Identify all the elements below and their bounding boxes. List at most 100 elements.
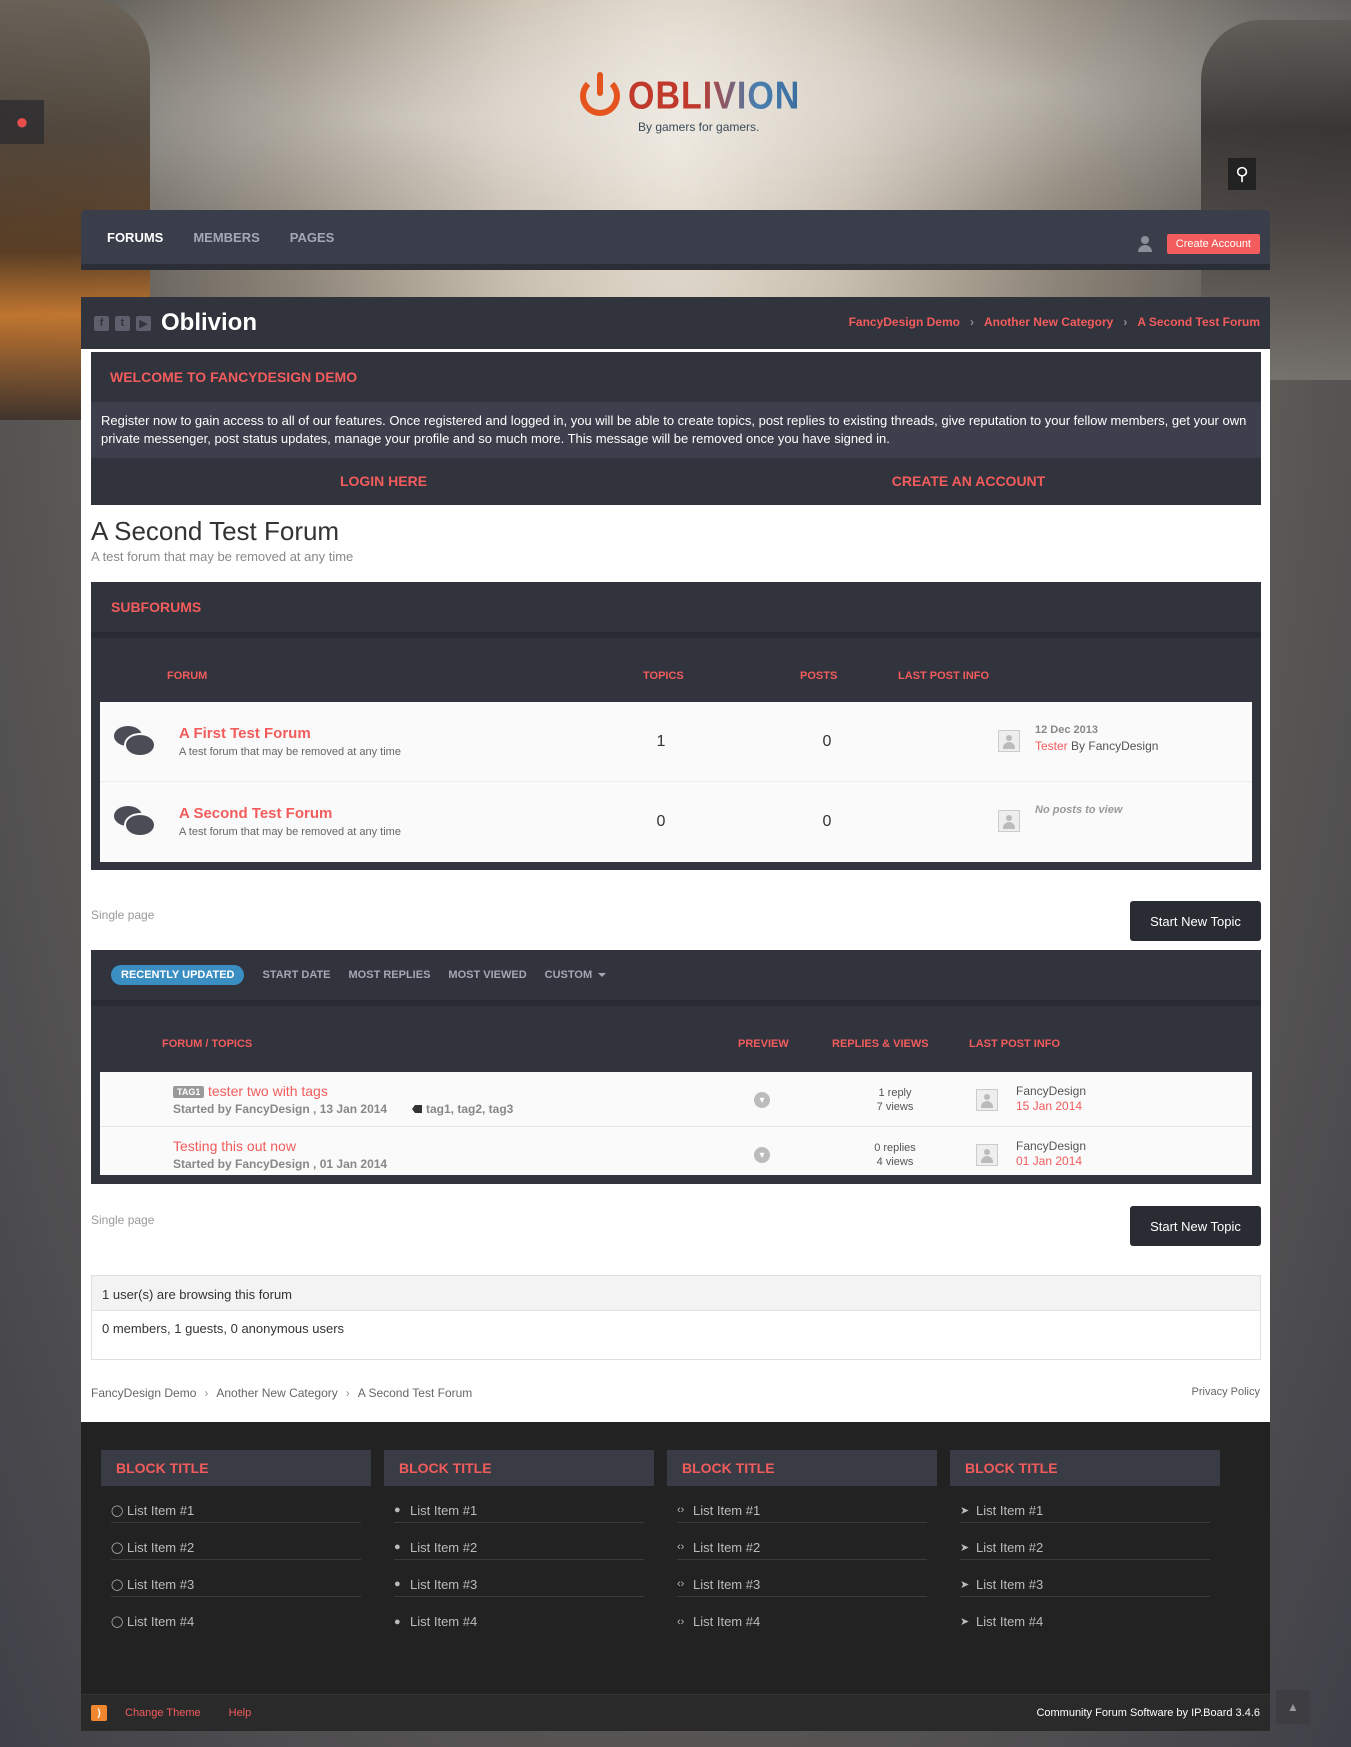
filter-most-replies[interactable]: MOST REPLIES xyxy=(349,969,431,981)
change-theme-link[interactable]: Change Theme xyxy=(125,1707,201,1719)
site-logo[interactable]: OBLIVION xyxy=(580,72,801,118)
breadcrumb-item[interactable]: FancyDesign Demo xyxy=(849,315,960,329)
reply-count: 1 reply xyxy=(878,1087,912,1099)
login-link[interactable]: LOGIN HERE xyxy=(91,473,676,489)
table-row: A First Test Forum A test forum that may… xyxy=(100,702,1252,782)
last-post-topic-link[interactable]: Tester xyxy=(1035,739,1068,753)
last-post-user-link[interactable]: FancyDesign xyxy=(1016,1139,1086,1153)
logo-text: OBLIVION xyxy=(628,73,801,118)
block-list: ● List Item #1 ● List Item #2 ● List Item #… xyxy=(384,1486,654,1634)
last-post-date[interactable]: 01 Jan 2014 xyxy=(1016,1154,1082,1168)
filter-most-viewed[interactable]: MOST VIEWED xyxy=(448,969,526,981)
list-item[interactable]: ◯ List Item #3 xyxy=(111,1560,361,1597)
list-item[interactable]: ◯ List Item #1 xyxy=(111,1486,361,1523)
avatar[interactable] xyxy=(976,1089,998,1111)
list-item-label: List Item #2 xyxy=(410,1539,478,1555)
forum-link[interactable]: A First Test Forum xyxy=(179,725,311,742)
list-item[interactable]: ‹› List Item #4 xyxy=(677,1597,927,1634)
breadcrumb-item[interactable]: A Second Test Forum xyxy=(358,1386,473,1400)
twitter-icon[interactable]: t xyxy=(115,315,130,331)
create-account-link[interactable]: CREATE AN ACCOUNT xyxy=(676,473,1261,489)
avatar[interactable] xyxy=(976,1144,998,1166)
column-last-post: LAST POST INFO xyxy=(898,670,990,682)
help-link[interactable]: Help xyxy=(229,1707,252,1719)
pagination-label: Single page xyxy=(91,908,155,922)
filter-custom-label: CUSTOM xyxy=(544,969,593,981)
breadcrumb-item[interactable]: A Second Test Forum xyxy=(1137,315,1260,329)
tag-badge[interactable]: TAG1 xyxy=(173,1086,205,1098)
active-users-box: 1 user(s) are browsing this forum 0 memb… xyxy=(91,1275,1261,1360)
list-item[interactable]: ◯ List Item #2 xyxy=(111,1523,361,1560)
code-icon: ‹› xyxy=(677,1615,685,1628)
filter-start-date[interactable]: START DATE xyxy=(262,969,330,981)
code-icon: ‹› xyxy=(677,1541,685,1553)
list-item-label: List Item #4 xyxy=(127,1614,195,1629)
preview-icon[interactable]: ▾ xyxy=(754,1092,770,1108)
back-to-top-icon[interactable]: ▲ xyxy=(1276,1690,1310,1724)
list-item[interactable]: ➤ List Item #4 xyxy=(960,1597,1210,1634)
forum-read-icon xyxy=(114,726,154,760)
block-title: BLOCK TITLE xyxy=(101,1450,371,1486)
footer-bar: ) Change Theme Help Community Forum Soft… xyxy=(81,1694,1270,1731)
start-new-topic-button[interactable]: Start New Topic xyxy=(1130,1206,1261,1246)
column-preview: PREVIEW xyxy=(738,1038,789,1050)
topic-tags-list[interactable]: tag1, tag2, tag3 xyxy=(426,1102,513,1116)
list-item[interactable]: ‹› List Item #1 xyxy=(677,1486,927,1523)
list-item-label: List Item #3 xyxy=(410,1576,478,1592)
topic-started-by: Started by FancyDesign , 13 Jan 2014 xyxy=(173,1102,388,1116)
reply-count: 0 replies xyxy=(874,1142,916,1154)
list-item[interactable]: ➤ List Item #3 xyxy=(960,1560,1210,1597)
topic-link[interactable]: tester two with tags xyxy=(208,1083,328,1099)
topic-link[interactable]: Testing this out now xyxy=(173,1138,296,1154)
rss-icon[interactable]: ) xyxy=(91,1705,107,1721)
list-item[interactable]: ‹› List Item #3 xyxy=(677,1560,927,1597)
chevron-right-icon: › xyxy=(969,315,974,329)
table-row: TAG1 tester two with tags Started by Fan… xyxy=(100,1072,1252,1127)
create-account-button[interactable]: Create Account xyxy=(1166,234,1260,254)
nav-pages[interactable]: PAGES xyxy=(290,230,335,245)
list-item[interactable]: ● List Item #3 xyxy=(394,1560,644,1597)
start-new-topic-button[interactable]: Start New Topic xyxy=(1130,901,1261,941)
list-item-label: List Item #3 xyxy=(976,1576,1044,1592)
breadcrumb-item[interactable]: FancyDesign Demo xyxy=(91,1386,196,1400)
forum-link[interactable]: A Second Test Forum xyxy=(179,805,332,822)
list-item[interactable]: ‹› List Item #2 xyxy=(677,1523,927,1560)
avatar[interactable] xyxy=(998,730,1020,752)
forum-read-icon xyxy=(114,806,154,840)
user-icon[interactable] xyxy=(1137,236,1153,252)
preview-icon[interactable]: ▾ xyxy=(754,1147,770,1163)
post-count: 0 xyxy=(822,813,832,830)
column-topics: TOPICS xyxy=(643,670,684,682)
youtube-icon[interactable]: ▶ xyxy=(136,315,151,331)
list-item-label: List Item #1 xyxy=(127,1502,195,1518)
list-item[interactable]: ➤ List Item #2 xyxy=(960,1523,1210,1560)
breadcrumb: FancyDesign Demo › Another New Category … xyxy=(849,315,1260,329)
footer-block: BLOCK TITLE ‹› List Item #1 ‹› List Item #… xyxy=(667,1450,937,1634)
filter-custom[interactable]: CUSTOM xyxy=(544,969,607,981)
topic-tags: tag1, tag2, tag3 xyxy=(412,1102,513,1116)
search-icon[interactable]: ⚲ xyxy=(1228,158,1256,190)
welcome-title: WELCOME TO FANCYDESIGN DEMO xyxy=(110,369,358,385)
list-item-label: List Item #2 xyxy=(976,1539,1044,1555)
breadcrumb-item[interactable]: Another New Category xyxy=(984,315,1113,329)
list-item[interactable]: ● List Item #4 xyxy=(394,1597,644,1634)
last-post-user-link[interactable]: FancyDesign xyxy=(1016,1084,1086,1098)
list-item[interactable]: ◯ List Item #4 xyxy=(111,1597,361,1634)
nav-forums[interactable]: FORUMS xyxy=(107,230,163,245)
list-item[interactable]: ● List Item #2 xyxy=(394,1523,644,1560)
pagination-label: Single page xyxy=(91,1213,155,1227)
privacy-policy-link[interactable]: Privacy Policy xyxy=(1192,1386,1260,1398)
facebook-icon[interactable]: f xyxy=(94,315,109,331)
nav-members[interactable]: MEMBERS xyxy=(193,230,259,245)
list-item[interactable]: ● List Item #1 xyxy=(394,1486,644,1523)
comment-icon: ● xyxy=(394,1578,401,1590)
view-count: 7 views xyxy=(876,1101,914,1113)
last-post-user-link[interactable]: FancyDesign xyxy=(1088,739,1158,753)
filter-recently-updated[interactable]: RECENTLY UPDATED xyxy=(111,965,245,985)
list-item[interactable]: ➤ List Item #1 xyxy=(960,1486,1210,1523)
location-arrow-icon: ➤ xyxy=(960,1541,970,1554)
last-post-date[interactable]: 15 Jan 2014 xyxy=(1016,1099,1082,1113)
powered-by[interactable]: Community Forum Software by IP.Board 3.4… xyxy=(1036,1707,1260,1719)
drop-icon[interactable]: ● xyxy=(0,100,44,144)
breadcrumb-item[interactable]: Another New Category xyxy=(216,1386,337,1400)
